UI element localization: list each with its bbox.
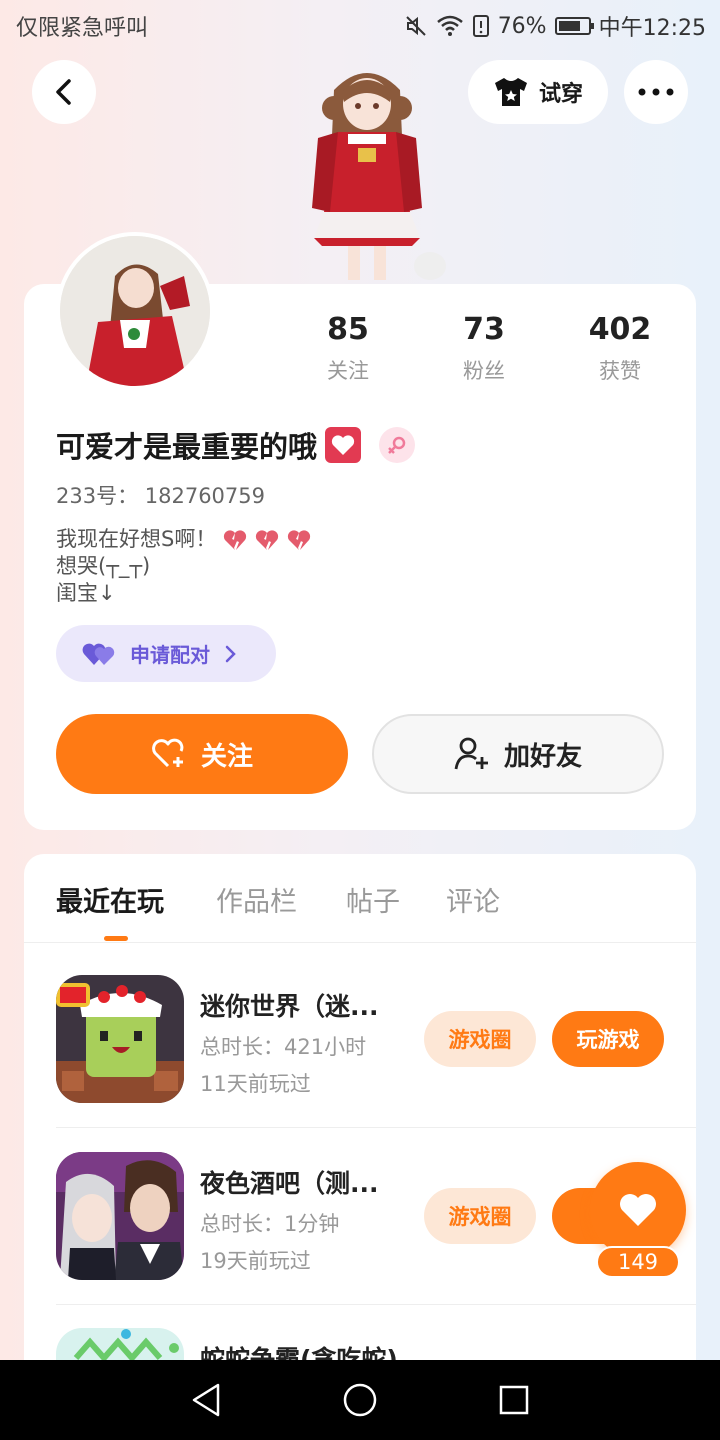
status-time: 中午12:25 <box>598 16 706 41</box>
tab-comments[interactable]: 评论 <box>446 880 500 919</box>
follow-label: 关注 <box>200 741 253 772</box>
mute-icon <box>405 16 426 36</box>
play-game-button[interactable]: 玩游戏 <box>552 1011 664 1067</box>
request-pair-button[interactable]: 申请配对 <box>56 625 276 682</box>
stat-likes-value: 402 <box>588 312 652 347</box>
active-tab-indicator <box>104 936 128 941</box>
nav-home-icon[interactable] <box>342 1382 378 1418</box>
list-item[interactable]: 迷你世界（迷... 总时长：421小时 11天前玩过 游戏圈 玩游戏 <box>56 975 696 1105</box>
sim-alert-icon <box>472 15 489 37</box>
heart-plus-icon <box>152 738 184 768</box>
game-duration: 总时长：421小时 <box>200 1035 367 1059</box>
add-user-icon <box>454 737 488 770</box>
status-carrier-text: 仅限紧急呼叫 <box>16 16 149 41</box>
stat-following[interactable]: 85 关注 <box>278 312 418 385</box>
game-last-played: 11天前玩过 <box>200 1072 311 1096</box>
bio-line-1: 我现在好想S啊！ <box>56 527 217 551</box>
battery-icon <box>554 17 594 35</box>
tab-recently-played[interactable]: 最近在玩 <box>56 880 164 919</box>
user-id: 233号： 182760759 <box>56 484 266 508</box>
row-divider <box>56 1304 696 1305</box>
stat-fans-label: 粉丝 <box>463 359 505 383</box>
game-icon <box>56 975 184 1103</box>
more-button[interactable] <box>624 60 688 124</box>
tshirt-icon <box>494 78 527 106</box>
like-count: 149 <box>596 1246 680 1278</box>
broken-heart-icon <box>224 529 247 550</box>
status-icons: 76% 中午12:25 <box>404 10 706 42</box>
stat-likes[interactable]: 402 获赞 <box>550 312 690 385</box>
follow-button[interactable]: 关注 <box>56 714 348 794</box>
game-name: 夜色酒吧（测... <box>200 1169 379 1198</box>
username-row: 可爱才是最重要的哦 <box>56 424 416 466</box>
request-pair-label: 申请配对 <box>130 643 210 667</box>
broken-heart-icon <box>288 529 311 550</box>
avatar[interactable] <box>56 232 214 390</box>
game-last-played: 19天前玩过 <box>200 1249 311 1273</box>
bio: 我现在好想S啊！ 想哭(┬_┬) 闺宝↓ <box>56 526 312 607</box>
back-button[interactable] <box>32 60 96 124</box>
try-on-label: 试穿 <box>538 82 583 107</box>
heart-icon <box>620 1194 656 1226</box>
female-gender-icon <box>379 427 416 463</box>
bio-line-3: 闺宝↓ <box>56 581 116 605</box>
battery-percent: 76% <box>497 13 547 39</box>
stat-likes-label: 获赞 <box>599 359 641 383</box>
add-friend-button[interactable]: 加好友 <box>372 714 664 794</box>
avatar-character-illustration <box>312 73 446 280</box>
game-icon <box>56 1152 184 1280</box>
game-duration: 总时长：1分钟 <box>200 1212 340 1236</box>
nav-back-icon[interactable] <box>190 1383 222 1417</box>
game-circle-button[interactable]: 游戏圈 <box>424 1188 536 1244</box>
stat-following-value: 85 <box>327 312 369 347</box>
status-bar: 仅限紧急呼叫 76% 中午12:25 <box>0 0 720 48</box>
game-name: 迷你世界（迷... <box>200 992 379 1021</box>
system-navigation-bar <box>0 1360 720 1440</box>
row-divider <box>56 1127 696 1128</box>
heart-emoji-icon <box>325 427 362 463</box>
more-dots-icon <box>638 88 674 96</box>
try-on-button[interactable]: 试穿 <box>468 60 608 124</box>
broken-heart-icon <box>256 529 279 550</box>
stat-fans[interactable]: 73 粉丝 <box>414 312 554 385</box>
username: 可爱才是最重要的哦 <box>56 430 318 464</box>
stat-fans-value: 73 <box>463 312 505 347</box>
avatar-image <box>60 236 210 386</box>
tab-works[interactable]: 作品栏 <box>216 880 297 919</box>
chevron-left-icon <box>56 79 71 105</box>
like-button[interactable] <box>590 1162 686 1258</box>
add-friend-label: 加好友 <box>503 741 582 772</box>
stat-following-label: 关注 <box>327 359 369 383</box>
chevron-right-icon <box>225 645 236 662</box>
tab-posts[interactable]: 帖子 <box>346 880 400 919</box>
bio-line-2: 想哭(┬_┬) <box>56 554 151 578</box>
double-heart-icon <box>82 643 115 665</box>
game-circle-button[interactable]: 游戏圈 <box>424 1011 536 1067</box>
nav-recents-icon[interactable] <box>498 1384 530 1416</box>
tab-divider <box>24 942 696 943</box>
wifi-icon <box>436 15 463 36</box>
